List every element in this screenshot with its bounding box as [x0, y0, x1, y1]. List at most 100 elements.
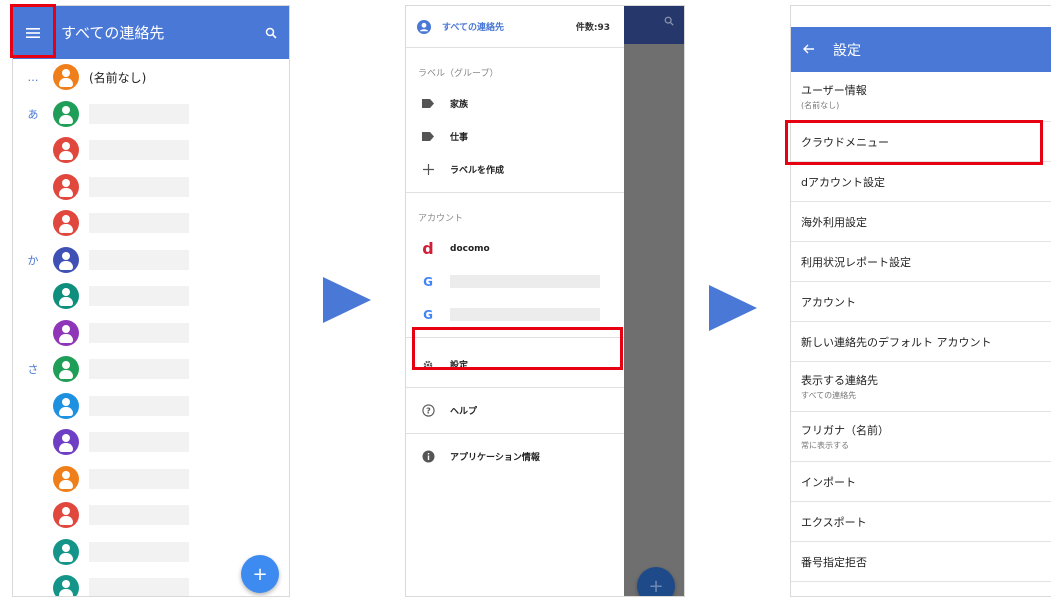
drawer-item-family[interactable]: 家族	[406, 87, 624, 120]
drawer-item-work[interactable]: 仕事	[406, 120, 624, 153]
settings-item[interactable]: 海外利用設定	[791, 202, 1051, 242]
plus-icon	[422, 164, 434, 175]
index-letter: さ	[27, 363, 39, 377]
contact-row[interactable]	[13, 461, 289, 498]
contact-row[interactable]	[13, 388, 289, 425]
contacts-title: すべての連絡先	[61, 24, 165, 42]
settings-item[interactable]: 新しい連絡先のデフォルト アカウント	[791, 322, 1051, 362]
avatar-icon	[53, 283, 79, 310]
settings-item-label: 海外利用設定	[801, 215, 867, 229]
add-contact-button[interactable]: +	[241, 555, 279, 593]
drawer-item-work-label: 仕事	[450, 133, 469, 143]
contact-row[interactable]	[13, 497, 289, 534]
drawer-item-create-label-text: ラベルを作成	[450, 166, 505, 176]
search-icon	[664, 16, 674, 26]
settings-item-label: 利用状況レポート設定	[801, 255, 911, 269]
google-logo-icon: G	[423, 274, 433, 289]
avatar-icon	[53, 502, 79, 529]
settings-item[interactable]: ユーザー情報 (名前なし)	[791, 72, 1051, 122]
drawer-item-create-label[interactable]: ラベルを作成	[406, 153, 624, 186]
avatar-icon	[53, 64, 79, 91]
contact-row[interactable]	[13, 424, 289, 461]
contact-row[interactable]: か	[13, 242, 289, 279]
settings-item[interactable]: フリガナ（名前） 常に表示する	[791, 412, 1051, 462]
drawer-item-app-info[interactable]: アプリケーション情報	[406, 440, 624, 473]
accounts-section-heading: アカウント	[418, 214, 464, 224]
contact-list: … (名前なし) あかさ	[13, 59, 289, 596]
redacted-contact-name	[89, 432, 189, 453]
contact-row[interactable]	[13, 315, 289, 352]
drawer-item-google-account-1[interactable]: G	[406, 265, 624, 298]
contacts-screen: すべての連絡先 … (名前なし) あかさ +	[12, 5, 290, 597]
avatar-icon	[53, 465, 79, 492]
settings-item-summary: 常に表示する	[801, 441, 849, 450]
back-button[interactable]	[791, 42, 827, 58]
drawer-divider	[406, 433, 624, 434]
settings-item[interactable]: エクスポート	[791, 502, 1051, 542]
redacted-contact-name	[89, 505, 189, 526]
settings-item-label: アカウント	[801, 295, 856, 309]
drawer-title: すべての連絡先	[442, 23, 505, 33]
avatar-icon	[53, 173, 79, 200]
dimmed-app-bar	[624, 6, 684, 44]
back-arrow-icon	[803, 44, 814, 53]
redacted-contact-name	[89, 395, 189, 416]
redacted-contact-name	[89, 176, 189, 197]
avatar-icon	[53, 538, 79, 565]
drawer-item-docomo-label: docomo	[450, 243, 490, 254]
labels-section-heading: ラベル（グループ）	[418, 69, 499, 79]
redacted-contact-name	[89, 578, 189, 596]
contact-row[interactable]	[13, 132, 289, 169]
redacted-contact-name	[89, 103, 189, 124]
settings-screen: 設定 ユーザー情報 (名前なし) クラウドメニュー dアカウント設定 海外利用設定 利用状…	[790, 5, 1051, 597]
contact-row[interactable]: さ	[13, 351, 289, 388]
navigation-drawer: すべての連絡先 件数:93 ラベル（グループ） 家族 仕事 ラベルを作成 アカウ…	[406, 6, 624, 596]
redacted-account-name	[450, 308, 600, 321]
next-arrow-icon	[323, 277, 371, 323]
contact-row[interactable]	[13, 205, 289, 242]
highlight-cloud-menu	[785, 120, 1043, 165]
settings-item-label: 表示する連絡先	[801, 374, 878, 387]
index-letter: …	[27, 70, 39, 84]
next-arrow-icon	[709, 285, 757, 331]
settings-app-bar: 設定	[791, 27, 1051, 72]
avatar-icon	[53, 319, 79, 346]
google-logo-icon: G	[423, 307, 433, 322]
settings-item-label: ユーザー情報	[801, 84, 867, 97]
label-icon	[422, 99, 434, 108]
settings-item[interactable]: 利用状況レポート設定	[791, 242, 1051, 282]
settings-item[interactable]: インポート	[791, 462, 1051, 502]
settings-item-label: フリガナ（名前）	[801, 424, 889, 437]
drawer-item-family-label: 家族	[450, 100, 469, 110]
settings-item[interactable]: 表示する連絡先 すべての連絡先	[791, 362, 1051, 412]
redacted-contact-name	[89, 468, 189, 489]
contact-row[interactable]	[13, 278, 289, 315]
dim-overlay[interactable]: +	[624, 6, 684, 596]
settings-item[interactable]: アカウント	[791, 282, 1051, 322]
index-letter: あ	[27, 107, 39, 121]
avatar-icon	[53, 356, 79, 383]
docomo-logo-icon: d	[422, 239, 434, 258]
drawer-item-help[interactable]: ? ヘルプ	[406, 394, 624, 427]
settings-item[interactable]: 番号指定拒否	[791, 542, 1051, 582]
contact-row[interactable]: … (名前なし)	[13, 59, 289, 96]
settings-title: 設定	[833, 42, 861, 59]
avatar-icon	[53, 429, 79, 456]
settings-item[interactable]: dアカウント設定	[791, 162, 1051, 202]
settings-item-label: 番号指定拒否	[801, 555, 867, 569]
contact-name: (名前なし)	[89, 70, 147, 85]
drawer-item-docomo[interactable]: d docomo	[406, 232, 624, 265]
search-button[interactable]	[253, 27, 289, 39]
contact-count: 件数:93	[575, 23, 610, 33]
settings-item-label: インポート	[801, 475, 856, 489]
avatar-icon	[53, 392, 79, 419]
contact-row[interactable]	[13, 169, 289, 206]
drawer-header[interactable]: すべての連絡先 件数:93	[406, 6, 624, 48]
svg-text:?: ?	[426, 407, 431, 416]
avatar-icon	[53, 210, 79, 237]
index-letter: か	[27, 253, 39, 267]
avatar-icon	[53, 575, 79, 596]
contact-row[interactable]: あ	[13, 96, 289, 133]
settings-item-summary: (名前なし)	[801, 101, 840, 110]
redacted-contact-name	[89, 140, 189, 161]
